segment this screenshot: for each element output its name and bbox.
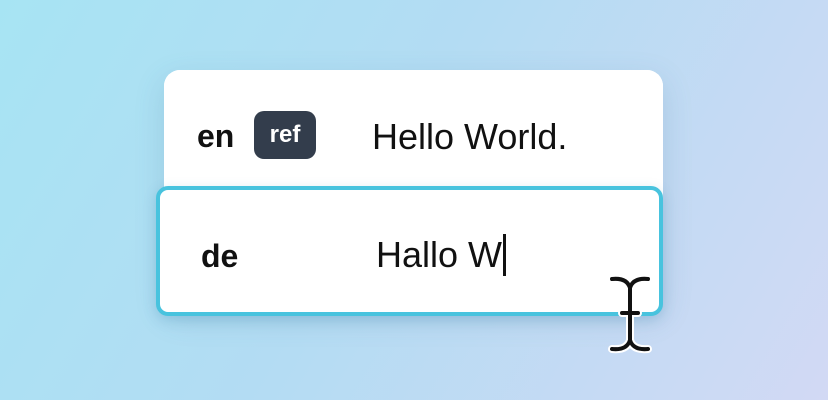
text-cursor-ibeam-icon [608, 274, 652, 354]
target-row-de[interactable]: de Hallo W [156, 186, 663, 316]
translation-card: en ref Hello World. de Hallo W [156, 70, 663, 316]
translation-value: Hallo W [376, 234, 503, 275]
translation-text[interactable]: Hallo W [376, 234, 507, 276]
text-caret [503, 234, 507, 276]
language-code-en: en [197, 118, 235, 154]
translation-input[interactable]: de Hallo W [156, 186, 663, 316]
reference-badge: ref [254, 111, 316, 159]
source-text: Hello World. [372, 116, 568, 157]
source-row-en: en ref Hello World. [164, 70, 663, 186]
language-code-de: de [201, 238, 239, 274]
